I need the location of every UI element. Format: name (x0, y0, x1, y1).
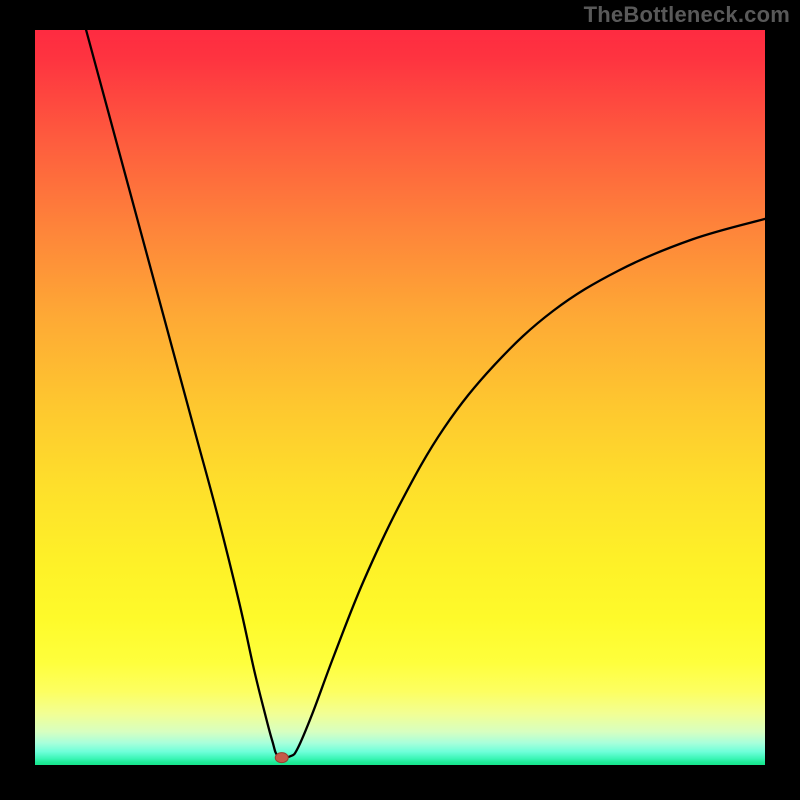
curve-line (86, 30, 765, 758)
chart-svg (35, 30, 765, 765)
chart-frame: TheBottleneck.com (0, 0, 800, 800)
plot-area (35, 30, 765, 765)
watermark-text: TheBottleneck.com (584, 2, 790, 28)
optimum-marker (275, 753, 288, 763)
